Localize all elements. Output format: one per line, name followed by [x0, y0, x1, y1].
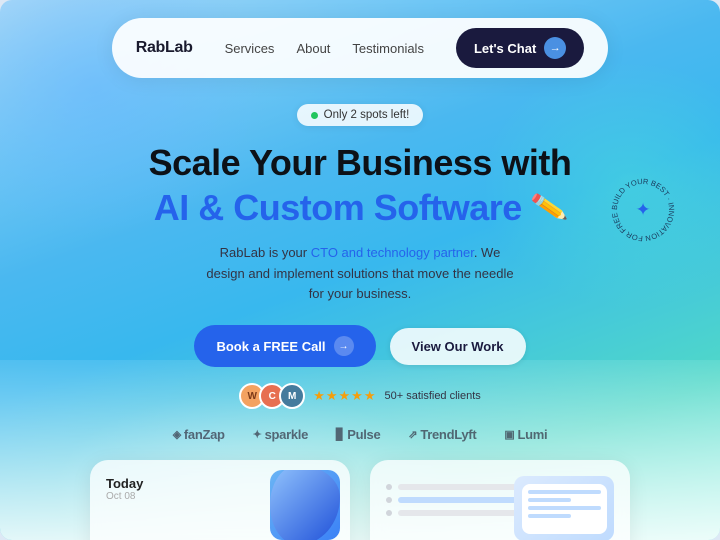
- mini-line-3: [528, 506, 601, 510]
- hero-title-line1: Scale Your Business with: [40, 142, 680, 183]
- squiggle-icon: ✏️: [529, 189, 568, 227]
- brand-pulse: ▊ Pulse: [336, 427, 380, 442]
- cta-button[interactable]: Let's Chat →: [456, 28, 584, 68]
- card1-image: [270, 470, 340, 540]
- hero-section: Only 2 spots left! Scale Your Business w…: [0, 96, 720, 409]
- preview-card: ↙ Uploaded: [370, 460, 630, 540]
- brand-lumi: ▣ Lumi: [504, 427, 547, 442]
- circle-star-icon: ✦: [635, 200, 650, 221]
- dashboard-card: Today Oct 08 📅 ━━ +: [90, 460, 350, 540]
- avatar-3: M: [279, 383, 305, 409]
- lumi-icon: ▣: [504, 428, 514, 441]
- btn-arrow-icon: →: [334, 336, 354, 356]
- trendlyft-label: TrendLyft: [420, 427, 476, 442]
- pulse-icon: ▊: [336, 428, 344, 441]
- card1-blob: [270, 470, 340, 540]
- book-call-button[interactable]: Book a FREE Call →: [194, 325, 375, 367]
- brand-fanzap: ◈ fanZap: [173, 427, 225, 442]
- star-rating: ★★★★★: [313, 388, 376, 404]
- cta-label: Let's Chat: [474, 41, 536, 56]
- mini-line-4: [528, 514, 572, 518]
- spots-dot: [311, 112, 318, 119]
- arrow-icon: →: [544, 37, 566, 59]
- fanzap-label: fanZap: [184, 427, 225, 442]
- nav-link-about[interactable]: About: [296, 41, 330, 56]
- pulse-label: Pulse: [347, 427, 380, 442]
- card2-preview: [514, 476, 614, 540]
- nav-link-testimonials[interactable]: Testimonials: [352, 41, 424, 56]
- brand-trendlyft: ⇗ TrendLyft: [408, 427, 476, 442]
- mini-line-1: [528, 490, 601, 494]
- lumi-label: Lumi: [517, 427, 547, 442]
- nav-link-services[interactable]: Services: [225, 41, 275, 56]
- hero-description: RabLab is your CTO and technology partne…: [200, 243, 520, 305]
- card2-inner: [522, 484, 607, 534]
- sparkle-label: sparkle: [265, 427, 308, 442]
- trendlyft-icon: ⇗: [408, 428, 417, 441]
- view-work-button[interactable]: View Our Work: [390, 328, 526, 365]
- line-dot-1: [386, 484, 392, 490]
- nav-container: RabLab Services About Testimonials Let's…: [112, 18, 609, 78]
- social-proof: W C M ★★★★★ 50+ satisfied clients: [40, 383, 680, 409]
- circle-badge: BUILD YOUR BEST · INNOVATION FOR FREE · …: [608, 175, 678, 245]
- avatars: W C M: [239, 383, 305, 409]
- spots-text: Only 2 spots left!: [324, 109, 410, 121]
- hero-title-blue-text: AI & Custom Software: [154, 187, 522, 228]
- line-dot-3: [386, 510, 392, 516]
- mini-line-2: [528, 498, 572, 502]
- line-dot-2: [386, 497, 392, 503]
- logo: RabLab: [136, 39, 193, 57]
- nav-links: Services About Testimonials: [225, 41, 424, 56]
- cards-row: Today Oct 08 📅 ━━ +: [0, 460, 720, 540]
- sparkle-icon: ✦: [253, 428, 262, 441]
- fanzap-icon: ◈: [173, 428, 181, 441]
- desc-highlight: CTO and technology partner: [311, 245, 474, 260]
- satisfied-count: 50+ satisfied clients: [384, 390, 480, 402]
- navbar: RabLab Services About Testimonials Let's…: [0, 0, 720, 96]
- hero-title-line2: AI & Custom Software ✏️: [40, 187, 680, 228]
- desc-text1: RabLab is your: [220, 245, 311, 260]
- spots-badge: Only 2 spots left!: [297, 104, 424, 126]
- hero-buttons: Book a FREE Call → View Our Work: [40, 325, 680, 367]
- brand-sparkle: ✦ sparkle: [253, 427, 308, 442]
- book-call-label: Book a FREE Call: [216, 339, 325, 354]
- brands-row: ◈ fanZap ✦ sparkle ▊ Pulse ⇗ TrendLyft ▣…: [0, 427, 720, 442]
